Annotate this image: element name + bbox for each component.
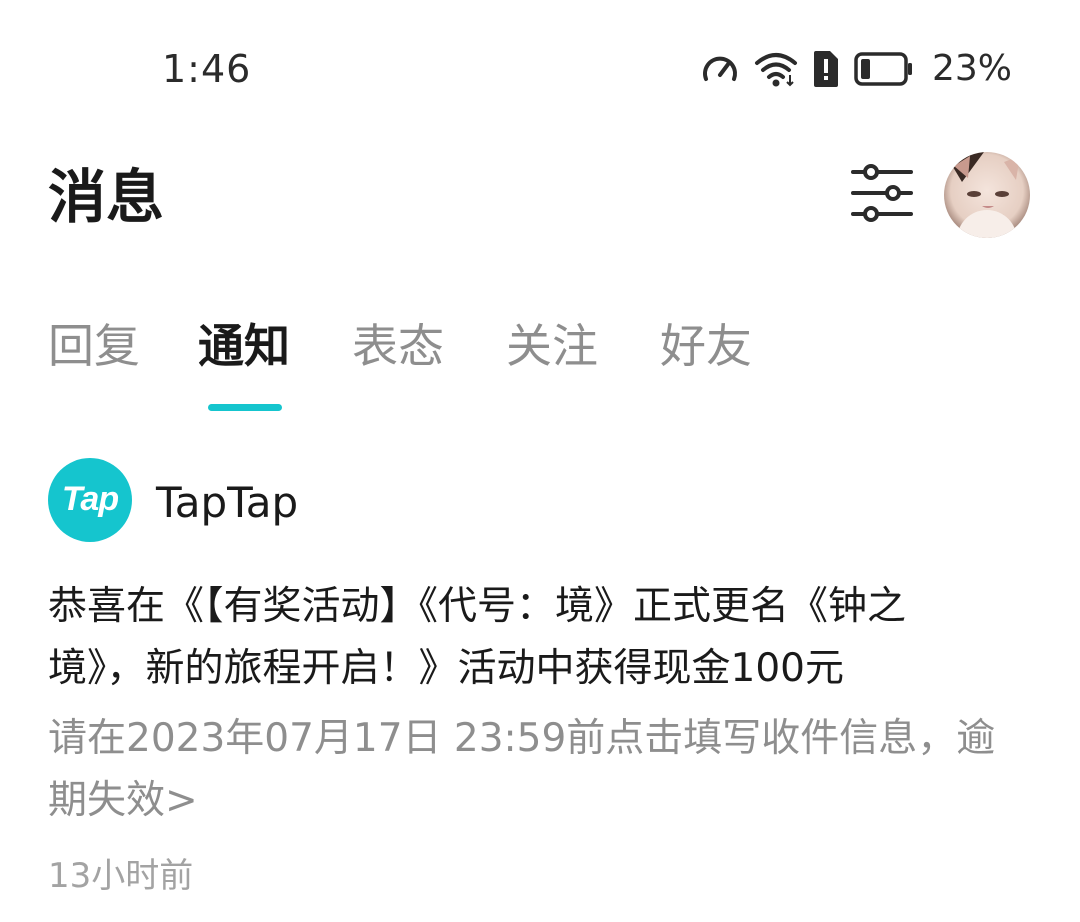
taptap-logo-text: Tap	[61, 479, 119, 518]
tab-friends[interactable]: 好友	[660, 316, 752, 376]
tab-reactions[interactable]: 表态	[352, 316, 444, 376]
fill-address-line: 请在2023年07月17日 23:59前点击填写收件信息，逾	[48, 716, 996, 761]
status-icons: 23%	[700, 46, 1012, 92]
notification-body-line: 恭喜在《【有奖活动】《代号：境》正式更名《钟之	[48, 584, 907, 629]
speed-icon	[700, 49, 740, 89]
filter-button[interactable]	[846, 160, 918, 230]
sender-name[interactable]: TapTap	[156, 476, 298, 530]
tab-active-indicator	[208, 404, 282, 411]
sliders-icon	[851, 164, 913, 226]
taptap-logo[interactable]: Tap	[48, 458, 132, 542]
tab-replies[interactable]: 回复	[48, 316, 140, 376]
page-title: 消息	[48, 163, 165, 231]
notification-body: 恭喜在《【有奖活动】《代号：境》正式更名《钟之 境》，新的旅程开启！》活动中获得…	[48, 576, 1038, 700]
status-bar: 1:46 23%	[0, 0, 1080, 140]
tab-notifications[interactable]: 通知	[198, 316, 290, 376]
notification-time: 13小时前	[48, 856, 194, 896]
battery-percent: 23%	[931, 48, 1012, 89]
battery-icon	[854, 51, 914, 87]
sim-alert-icon	[812, 49, 840, 89]
avatar[interactable]	[944, 152, 1030, 238]
fill-address-line: 期失效>	[48, 778, 198, 823]
tab-following[interactable]: 关注	[506, 316, 598, 376]
status-time: 1:46	[162, 47, 252, 91]
fill-address-link[interactable]: 请在2023年07月17日 23:59前点击填写收件信息，逾 期失效>	[48, 708, 1038, 832]
notification-body-line: 境》，新的旅程开启！》活动中获得现金100元	[48, 646, 844, 691]
wifi-icon	[754, 49, 798, 89]
